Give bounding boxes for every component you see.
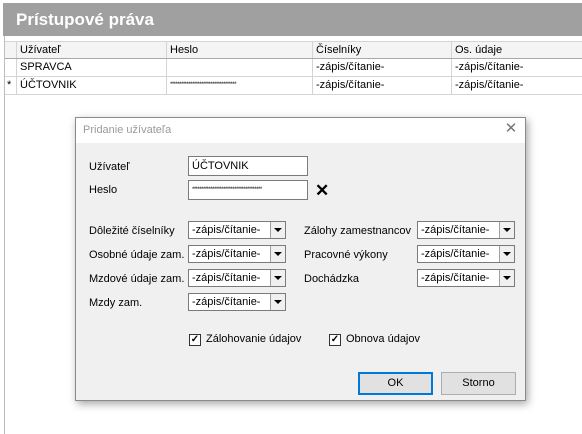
attendance-value: -zápis/čítanie- [421,272,490,284]
cell-password[interactable] [166,59,312,76]
wages-select[interactable]: -zápis/čítanie- [188,293,286,311]
close-icon[interactable]: ✕ [503,121,519,137]
chevron-down-icon[interactable] [499,270,514,286]
add-user-dialog: Pridanie užívateľa ✕ Užívateľ ÚČTOVNIK H… [75,117,526,401]
table-header: Užívateľ Heslo Číselníky Os. údaje [5,41,582,59]
work-output-value: -zápis/čítanie- [421,248,490,260]
password-label: Heslo [89,184,118,196]
restore-checkbox[interactable]: ✓ [329,334,341,346]
codebooks-value: -zápis/čítanie- [192,224,261,236]
users-table: Užívateľ Heslo Číselníky Os. údaje SPRAV… [5,41,582,95]
work-output-label: Pracovné výkony [304,249,388,261]
cell-user[interactable]: ÚČTOVNIK [16,77,166,94]
dialog-titlebar[interactable]: Pridanie užívateľa ✕ [76,118,525,143]
advances-select[interactable]: -zápis/čítanie- [417,221,515,239]
wages-value: -zápis/čítanie- [192,296,261,308]
row-indicator [5,59,16,76]
divider [4,36,5,434]
wage-data-select[interactable]: -zápis/čítanie- [188,269,286,287]
work-output-select[interactable]: -zápis/čítanie- [417,245,515,263]
cell-personal-data[interactable]: -zápis/čítanie- [451,77,582,94]
column-header-codebooks[interactable]: Číselníky [312,42,451,58]
clear-password-icon[interactable]: ✕ [315,182,329,199]
table-row[interactable]: * ÚČTOVNIK *****************************… [5,77,582,95]
codebooks-select[interactable]: -zápis/čítanie- [188,221,286,239]
cancel-button[interactable]: Storno [441,372,516,395]
chevron-down-icon[interactable] [270,246,285,262]
ok-button[interactable]: OK [358,372,433,395]
attendance-select[interactable]: -zápis/čítanie- [417,269,515,287]
cell-user[interactable]: SPRAVCA [16,59,166,76]
restore-label: Obnova údajov [346,333,420,345]
password-input[interactable]: ************************************** [188,180,308,200]
wage-data-value: -zápis/čítanie- [192,272,261,284]
column-header-personal-data[interactable]: Os. údaje [451,42,582,58]
app-window: Prístupové práva Užívateľ Heslo Číselník… [0,0,582,434]
column-header-password[interactable]: Heslo [166,42,312,58]
chevron-down-icon[interactable] [499,222,514,238]
wage-data-label: Mzdové údaje zam. [89,273,185,285]
advances-label: Zálohy zamestnancov [304,225,411,237]
chevron-down-icon[interactable] [270,270,285,286]
cell-personal-data[interactable]: -zápis/čítanie- [451,59,582,76]
cell-codebooks[interactable]: -zápis/čítanie- [312,77,451,94]
backup-label: Zálohovanie údajov [206,333,302,345]
chevron-down-icon[interactable] [499,246,514,262]
user-input[interactable]: ÚČTOVNIK [188,156,308,176]
dialog-title: Pridanie užívateľa [83,124,172,136]
chevron-down-icon[interactable] [270,222,285,238]
row-indicator-header [5,42,16,58]
attendance-label: Dochádzka [304,273,360,285]
personal-data-label: Osobné údaje zam. [89,249,185,261]
table-row[interactable]: SPRAVCA -zápis/čítanie- -zápis/čítanie- [5,59,582,77]
column-header-user[interactable]: Užívateľ [16,42,166,58]
cell-password[interactable]: ************************************ [166,77,312,94]
chevron-down-icon[interactable] [270,294,285,310]
codebooks-label: Dôležité číselníky [89,225,175,237]
backup-checkbox[interactable]: ✓ [189,334,201,346]
personal-data-select[interactable]: -zápis/čítanie- [188,245,286,263]
cell-codebooks[interactable]: -zápis/čítanie- [312,59,451,76]
personal-data-value: -zápis/čítanie- [192,248,261,260]
row-indicator: * [7,79,12,91]
wages-label: Mzdy zam. [89,297,143,309]
advances-value: -zápis/čítanie- [421,224,490,236]
page-title: Prístupové práva [3,3,582,36]
user-label: Užívateľ [89,161,130,173]
